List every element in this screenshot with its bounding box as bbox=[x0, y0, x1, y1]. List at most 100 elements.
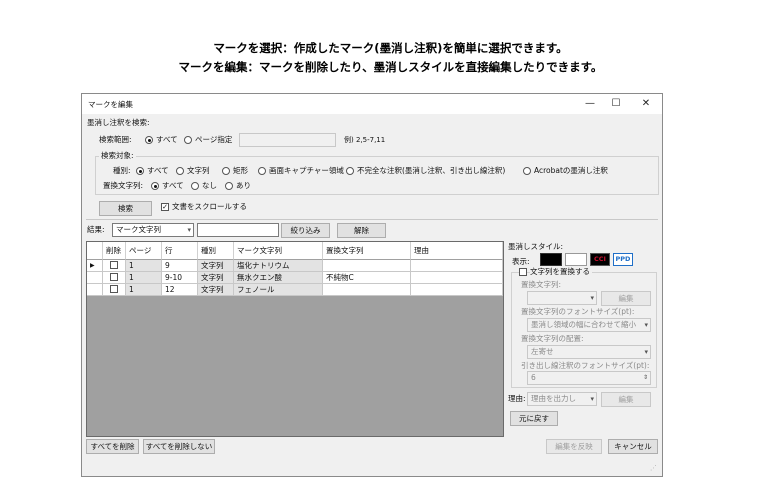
replace-all-label: すべて bbox=[162, 181, 184, 190]
table-row-delete-cell[interactable] bbox=[103, 284, 126, 296]
replace-yes-radio[interactable] bbox=[225, 182, 233, 190]
replace-none-radio[interactable] bbox=[191, 182, 199, 190]
reason-label: 理由: bbox=[508, 394, 526, 403]
cci-label-style-button[interactable]: CCI bbox=[590, 253, 610, 266]
replace-filter-label: 置換文字列: bbox=[103, 181, 144, 190]
col-header-page[interactable]: ページ bbox=[126, 242, 162, 260]
results-table: 削除 ページ 行 種別 マーク文字列 置換文字列 理由 ▶ 1 9 文字列 塩化… bbox=[86, 241, 504, 437]
table-row-type: 文字列 bbox=[198, 260, 234, 272]
ppd-label-style-button[interactable]: PPD bbox=[613, 253, 633, 266]
chevron-down-icon: ▾ bbox=[644, 348, 648, 356]
leader-font-value: 6 bbox=[531, 373, 536, 382]
replace-text-edit-button[interactable]: 編集 bbox=[601, 291, 651, 306]
col-header-reason[interactable]: 理由 bbox=[411, 242, 503, 260]
row-header-corner bbox=[87, 242, 103, 260]
spinner-icon[interactable]: ⇕ bbox=[643, 372, 648, 384]
replace-none-label: なし bbox=[202, 181, 217, 190]
filter-field-select[interactable]: マーク文字列 ▾ bbox=[112, 223, 194, 237]
cancel-button[interactable]: キャンセル bbox=[608, 439, 658, 454]
table-row-replace[interactable] bbox=[323, 284, 411, 296]
results-label: 結果: bbox=[87, 225, 105, 234]
col-header-mark[interactable]: マーク文字列 bbox=[234, 242, 323, 260]
table-row-delete-cell[interactable] bbox=[103, 272, 126, 284]
range-label: 検索範囲: bbox=[99, 135, 132, 144]
replace-text-select[interactable]: ▾ bbox=[527, 291, 597, 305]
section-divider bbox=[86, 219, 658, 220]
table-row-reason[interactable] bbox=[411, 284, 503, 296]
reset-style-button[interactable]: 元に戻す bbox=[510, 411, 558, 426]
type-rect-radio[interactable] bbox=[222, 167, 230, 175]
range-pages-label: ページ指定 bbox=[195, 135, 233, 144]
caption-line-1: マークを選択：作成したマーク(墨消し注釈)を簡単に選択できます。 bbox=[213, 41, 568, 55]
scroll-checkbox[interactable]: ✓ bbox=[161, 203, 169, 211]
type-all-radio[interactable] bbox=[136, 167, 144, 175]
row-header-cell bbox=[87, 272, 103, 284]
replace-all-radio[interactable] bbox=[151, 182, 159, 190]
table-row-page: 1 bbox=[126, 272, 162, 284]
col-header-replace[interactable]: 置換文字列 bbox=[323, 242, 411, 260]
target-label: 検索対象: bbox=[99, 151, 136, 161]
chevron-down-icon: ▾ bbox=[187, 226, 191, 234]
page-range-input[interactable] bbox=[239, 133, 336, 147]
table-row-line: 9-10 bbox=[162, 272, 198, 284]
search-section-label: 墨消し注釈を検索: bbox=[87, 118, 150, 127]
title-bar: マークを編集 — ☐ ✕ bbox=[82, 94, 662, 114]
clear-filter-button[interactable]: 解除 bbox=[337, 223, 386, 238]
edit-marks-dialog: マークを編集 — ☐ ✕ 墨消し注釈を検索: 検索範囲: すべて ページ指定 例… bbox=[81, 93, 663, 477]
table-row-mark: フェノール bbox=[234, 284, 323, 296]
table-row-replace[interactable] bbox=[323, 260, 411, 272]
row-current-indicator: ▶ bbox=[87, 260, 103, 272]
table-row-page: 1 bbox=[126, 284, 162, 296]
range-example: 例) 2,5-7,11 bbox=[344, 136, 386, 144]
replace-text-checkbox-label: 文字列を置換する bbox=[530, 267, 592, 277]
reason-value: 理由を出力し bbox=[531, 394, 576, 403]
delete-none-button[interactable]: すべてを削除しない bbox=[143, 439, 215, 454]
font-size-select[interactable]: 墨消し領域の幅に合わせて縮小 ▾ bbox=[527, 318, 651, 332]
col-header-type[interactable]: 種別 bbox=[198, 242, 234, 260]
table-row-mark: 塩化ナトリウム bbox=[234, 260, 323, 272]
leader-font-input[interactable]: 6 ⇕ bbox=[527, 371, 651, 385]
range-pages-radio[interactable] bbox=[184, 136, 192, 144]
type-text-radio[interactable] bbox=[176, 167, 184, 175]
type-acrobat-radio[interactable] bbox=[523, 167, 531, 175]
border-color-swatch[interactable] bbox=[565, 253, 587, 266]
replace-text-checkbox[interactable] bbox=[519, 268, 527, 276]
reason-edit-button[interactable]: 編集 bbox=[601, 392, 651, 407]
close-button[interactable]: ✕ bbox=[633, 96, 659, 112]
reason-select[interactable]: 理由を出力し ▾ bbox=[527, 392, 597, 406]
narrow-button[interactable]: 絞り込み bbox=[281, 223, 330, 238]
table-row-reason[interactable] bbox=[411, 272, 503, 284]
maximize-button[interactable]: ☐ bbox=[603, 96, 629, 112]
window-title: マークを編集 bbox=[88, 100, 133, 109]
delete-all-button[interactable]: すべてを削除 bbox=[86, 439, 139, 454]
table-row-type: 文字列 bbox=[198, 272, 234, 284]
row-delete-checkbox[interactable] bbox=[110, 273, 118, 281]
caption-line-2: マークを編集：マークを削除したり、墨消しスタイルを直接編集したりできます。 bbox=[178, 60, 603, 74]
row-delete-checkbox[interactable] bbox=[110, 261, 118, 269]
align-select[interactable]: 左寄せ ▾ bbox=[527, 345, 651, 359]
resize-grip-icon[interactable]: ⋰ bbox=[650, 463, 657, 473]
range-all-radio[interactable] bbox=[145, 136, 153, 144]
search-button[interactable]: 検索 bbox=[99, 201, 152, 216]
range-all-label: すべて bbox=[156, 135, 178, 144]
type-incomplete-radio[interactable] bbox=[346, 167, 354, 175]
type-label: 種別: bbox=[113, 166, 131, 175]
table-row-reason[interactable] bbox=[411, 260, 503, 272]
type-capture-radio[interactable] bbox=[258, 167, 266, 175]
row-delete-checkbox[interactable] bbox=[110, 285, 118, 293]
minimize-button[interactable]: — bbox=[577, 96, 603, 112]
type-acrobat-label: Acrobatの墨消し注釈 bbox=[534, 166, 608, 175]
replace-text-label: 置換文字列: bbox=[521, 280, 562, 289]
table-row-replace[interactable]: 不純物C bbox=[323, 272, 411, 284]
table-row-delete-cell[interactable] bbox=[103, 260, 126, 272]
row-header-cell bbox=[87, 284, 103, 296]
apply-edits-button[interactable]: 編集を反映 bbox=[546, 439, 602, 454]
filter-input[interactable] bbox=[197, 223, 279, 237]
col-header-delete[interactable]: 削除 bbox=[103, 242, 126, 260]
col-header-line[interactable]: 行 bbox=[162, 242, 198, 260]
table-row-page: 1 bbox=[126, 260, 162, 272]
fill-color-swatch[interactable] bbox=[540, 253, 562, 266]
scroll-checkbox-label: 文書をスクロールする bbox=[172, 202, 247, 211]
table-row-line: 12 bbox=[162, 284, 198, 296]
type-capture-label: 画面キャプチャー領域 bbox=[269, 166, 344, 175]
